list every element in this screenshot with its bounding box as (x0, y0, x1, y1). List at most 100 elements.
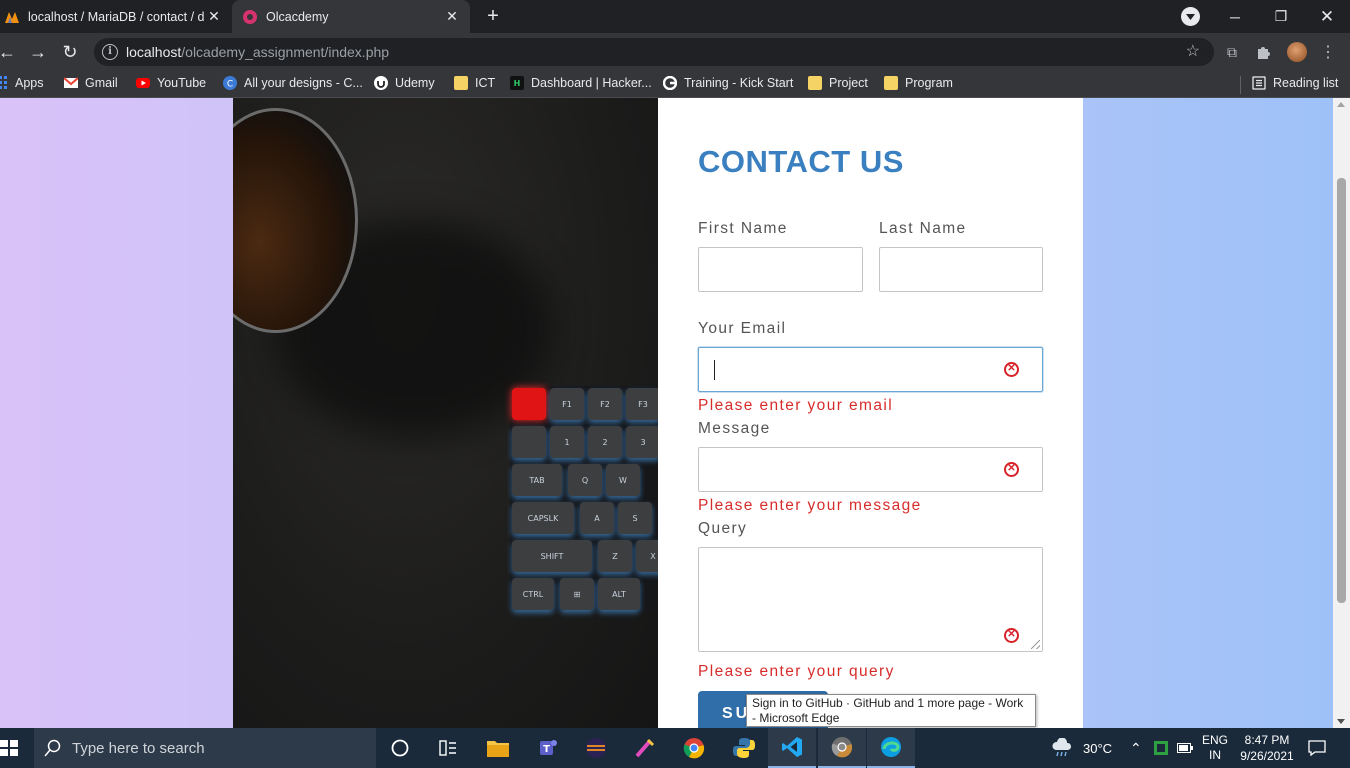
back-arrow-icon[interactable]: ← (0, 39, 20, 65)
keycap: S (618, 502, 652, 534)
bookmark-canva[interactable]: C All your designs - C... (223, 76, 363, 90)
chrome-icon[interactable] (670, 728, 718, 768)
chevron-up-icon[interactable]: ⌃ (1130, 728, 1142, 768)
keycap: F1 (550, 388, 584, 420)
tab-mariadb[interactable]: localhost / MariaDB / contact / d ✕ (0, 0, 232, 33)
last-name-input[interactable] (879, 247, 1043, 292)
extensions-puzzle-icon[interactable] (1253, 41, 1275, 63)
query-label: Query (698, 520, 748, 537)
tray-app-icon[interactable] (1153, 728, 1169, 768)
bookmark-udemy[interactable]: Udemy (374, 76, 435, 90)
reading-list-icon (1252, 76, 1266, 90)
email-input[interactable]: ✕ (698, 347, 1043, 392)
windows-taskbar: Type here to search T 30°C ⌃ ENG IN 8:47… (0, 728, 1350, 768)
bookmark-label: ICT (475, 76, 496, 90)
keycap: 3 (626, 426, 658, 458)
windows-start-icon[interactable] (0, 738, 18, 758)
photo-keyboard: F1 F2 F3 1 2 3 TAB Q W CAPSLK A S SHIFT … (510, 386, 658, 611)
bookmark-folder-project[interactable]: Project (808, 76, 868, 90)
task-view-icon[interactable] (424, 728, 472, 768)
forward-arrow-icon[interactable]: → (25, 39, 51, 65)
scroll-thumb[interactable] (1337, 178, 1346, 603)
bookmark-hackerrank[interactable]: H Dashboard | Hacker... (510, 76, 652, 90)
close-window-button[interactable]: ✕ (1304, 0, 1350, 33)
clock-time: 8:47 PM (1244, 733, 1290, 747)
bookmark-label: Project (829, 76, 868, 90)
close-tab-icon[interactable]: ✕ (204, 8, 224, 25)
first-name-label: First Name (698, 220, 788, 237)
new-tab-button[interactable]: + (480, 4, 506, 30)
svg-text:C: C (227, 80, 233, 90)
clock[interactable]: 8:47 PM 9/26/2021 (1238, 728, 1296, 768)
bookmark-kickstart[interactable]: Training - Kick Start (663, 76, 793, 90)
bookmark-label: All your designs - C... (244, 76, 363, 90)
tab-title: Olcacdemy (266, 9, 329, 24)
chrome-dev-icon[interactable] (818, 728, 866, 768)
keycap: SHIFT (512, 540, 592, 572)
message-error-message: Please enter your message (698, 497, 922, 514)
site-info-icon[interactable]: i (102, 44, 118, 60)
bookmark-folder-ict[interactable]: ICT (454, 76, 495, 90)
google-icon (663, 76, 677, 90)
bookmark-apps[interactable]: Apps (0, 76, 44, 90)
query-textarea[interactable]: ✕ (698, 547, 1043, 652)
scroll-down-arrow-icon[interactable] (1337, 719, 1345, 724)
paint-app-icon[interactable] (621, 728, 669, 768)
profile-avatar[interactable] (1287, 42, 1307, 62)
scroll-up-arrow-icon[interactable] (1337, 102, 1345, 107)
first-name-input[interactable] (698, 247, 863, 292)
keycap: W (606, 464, 640, 496)
address-bar[interactable]: i localhost/olcademy_assignment/index.ph… (94, 38, 1214, 66)
search-placeholder: Type here to search (72, 739, 205, 757)
page-viewport: F1 F2 F3 1 2 3 TAB Q W CAPSLK A S SHIFT … (0, 98, 1333, 728)
reload-icon[interactable]: ↻ (57, 39, 83, 65)
url-text[interactable]: localhost/olcademy_assignment/index.php (126, 44, 389, 60)
bookmark-youtube[interactable]: YouTube (136, 76, 206, 90)
taskbar-search[interactable]: Type here to search (34, 728, 376, 768)
file-explorer-icon[interactable] (474, 728, 522, 768)
eclipse-icon[interactable] (572, 728, 620, 768)
edge-icon[interactable] (867, 728, 915, 768)
cortana-icon[interactable] (376, 728, 424, 768)
lang-code: ENG (1202, 733, 1229, 747)
canva-icon: C (223, 76, 237, 90)
weather-widget[interactable]: 30°C (1051, 728, 1112, 768)
keycap: X (636, 540, 658, 572)
keycap: TAB (512, 464, 562, 496)
bookmark-gmail[interactable]: Gmail (64, 76, 118, 90)
menu-kebab-icon[interactable]: ⋮ (1317, 41, 1339, 63)
page-scrollbar[interactable] (1333, 98, 1350, 728)
bookmark-label: YouTube (157, 76, 207, 90)
close-tab-icon[interactable]: ✕ (442, 8, 462, 25)
bookmarks-divider (1240, 76, 1241, 94)
teams-icon[interactable]: T (523, 728, 571, 768)
tab-search-button[interactable] (1181, 7, 1200, 26)
bookmark-star-icon[interactable]: ☆ (1186, 41, 1200, 61)
vscode-icon[interactable] (768, 728, 816, 768)
python-icon[interactable] (720, 728, 768, 768)
error-x-icon: ✕ (1004, 628, 1019, 643)
reading-list-button[interactable]: Reading list (1252, 76, 1338, 90)
clock-date: 9/26/2021 (1240, 749, 1294, 763)
weather-temp: 30°C (1083, 740, 1113, 756)
folder-icon (884, 76, 898, 90)
bookmark-folder-program[interactable]: Program (884, 76, 953, 90)
bookmark-label: Gmail (85, 76, 118, 90)
minimize-button[interactable]: ─ (1212, 0, 1258, 33)
extension-save-icon[interactable]: ⧉ (1221, 41, 1243, 63)
resize-grip-icon[interactable] (1031, 640, 1040, 649)
language-indicator[interactable]: ENG IN (1202, 728, 1228, 768)
bookmark-label: Training - Kick Start (684, 76, 794, 90)
keycap: ⊞ (560, 578, 594, 610)
message-input[interactable]: ✕ (698, 447, 1043, 492)
tab-olcacdemy[interactable]: Olcacdemy ✕ (232, 0, 470, 33)
restore-button[interactable]: ❐ (1258, 0, 1304, 33)
query-error-message: Please enter your query (698, 663, 895, 680)
keycap: F2 (588, 388, 622, 420)
keycap: A (580, 502, 614, 534)
gmail-icon (64, 77, 78, 88)
svg-text:H: H (514, 79, 521, 88)
notifications-icon[interactable] (1308, 728, 1326, 768)
svg-text:T: T (543, 744, 550, 755)
battery-icon[interactable] (1177, 728, 1193, 768)
